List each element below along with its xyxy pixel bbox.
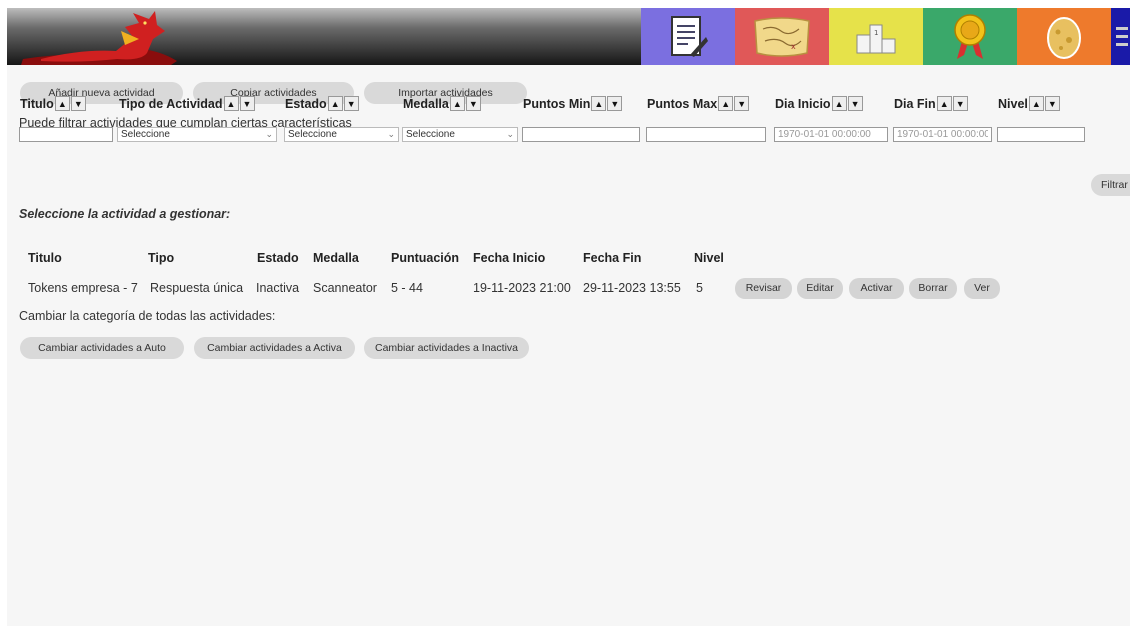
- sort-desc-icon[interactable]: ▼: [239, 96, 255, 111]
- column-header: Medalla: [313, 251, 359, 265]
- set-inactiva-button[interactable]: Cambiar actividades a Inactiva: [364, 337, 529, 359]
- column-header: Nivel: [694, 251, 724, 265]
- borrar-button[interactable]: Borrar: [909, 278, 957, 299]
- cell-nivel: 5: [696, 281, 703, 295]
- titulo-filter-input[interactable]: [19, 127, 113, 142]
- sort-desc-icon[interactable]: ▼: [1044, 96, 1060, 111]
- nav-tile-menu[interactable]: [1111, 8, 1130, 65]
- menu-icon: [1115, 26, 1128, 46]
- sort-asc-icon[interactable]: ▲: [327, 96, 343, 111]
- cell-titulo: Tokens empresa - 7: [28, 281, 138, 295]
- nav-tile-medals[interactable]: [923, 8, 1017, 65]
- filter-label-dia-fin-text: Dia Fin: [894, 96, 936, 111]
- sort-asc-icon[interactable]: ▲: [718, 96, 734, 111]
- sort-desc-icon[interactable]: ▼: [607, 96, 623, 111]
- chevron-down-icon: ⌄: [387, 129, 395, 139]
- sort-desc-icon[interactable]: ▼: [847, 96, 863, 111]
- nav-tile-map[interactable]: x: [735, 8, 829, 65]
- set-auto-button[interactable]: Cambiar actividades a Auto: [20, 337, 184, 359]
- cell-tipo: Respuesta única: [150, 281, 244, 295]
- sort-asc-icon[interactable]: ▲: [223, 96, 239, 111]
- column-header: Fecha Fin: [583, 251, 642, 265]
- filter-label-puntos-max-text: Puntos Max: [647, 96, 718, 111]
- cell-fecha-fin: 29-11-2023 13:55: [583, 281, 681, 295]
- medal-icon: [954, 13, 986, 59]
- dragon-logo-icon[interactable]: [21, 9, 181, 65]
- filter-label-puntos-max: Puntos Max ▲ ▼: [647, 96, 750, 111]
- medalla-filter-select[interactable]: Seleccione ⌄: [402, 127, 518, 142]
- column-header: Estado: [257, 251, 299, 265]
- activar-button[interactable]: Activar: [849, 278, 904, 299]
- sort-desc-icon[interactable]: ▼: [734, 96, 750, 111]
- sort-desc-icon[interactable]: ▼: [70, 96, 86, 111]
- nav-tile-pets[interactable]: [1017, 8, 1111, 65]
- filter-label-puntos-min: Puntos Min ▲ ▼: [523, 96, 623, 111]
- nav-tile-ranking[interactable]: 1: [829, 8, 923, 65]
- app-frame: x 1 Añadir nueva actividad Copiar activi…: [7, 8, 1130, 626]
- sort-asc-icon[interactable]: ▲: [1028, 96, 1044, 111]
- estado-filter-value: Seleccione: [288, 129, 337, 140]
- revisar-button[interactable]: Revisar: [735, 278, 792, 299]
- sort-desc-icon[interactable]: ▼: [465, 96, 481, 111]
- editar-button[interactable]: Editar: [797, 278, 843, 299]
- tipo-filter-select[interactable]: Seleccione ⌄: [117, 127, 277, 142]
- column-header: Puntuación: [391, 251, 460, 265]
- filter-label-estado: Estado ▲ ▼: [285, 96, 359, 111]
- treasure-map-icon: x: [754, 16, 810, 57]
- filter-label-dia-fin: Dia Fin ▲ ▼: [894, 96, 968, 111]
- filter-label-nivel-text: Nivel: [998, 96, 1028, 111]
- column-header: Fecha Inicio: [473, 251, 546, 265]
- table-heading: Seleccione la actividad a gestionar:: [19, 207, 231, 221]
- column-header: Titulo: [28, 251, 62, 265]
- sort-asc-icon[interactable]: ▲: [831, 96, 847, 111]
- sort-asc-icon[interactable]: ▲: [591, 96, 607, 111]
- sort-desc-icon[interactable]: ▼: [343, 96, 359, 111]
- filter-label-tipo-text: Tipo de Actividad: [119, 96, 223, 111]
- estado-filter-select[interactable]: Seleccione ⌄: [284, 127, 399, 142]
- sort-asc-icon[interactable]: ▲: [936, 96, 952, 111]
- filter-label-estado-text: Estado: [285, 96, 327, 111]
- clipboard-icon: [671, 15, 708, 57]
- sort-asc-icon[interactable]: ▲: [449, 96, 465, 111]
- bulk-change-label: Cambiar la categoría de todas las activi…: [19, 309, 276, 323]
- puntos-max-filter-input[interactable]: [646, 127, 766, 142]
- column-header: Tipo: [148, 251, 175, 265]
- nivel-filter-input[interactable]: [997, 127, 1085, 142]
- nav-tile-activities[interactable]: [641, 8, 735, 65]
- medalla-filter-value: Seleccione: [406, 129, 455, 140]
- chevron-down-icon: ⌄: [506, 129, 514, 139]
- cell-puntuacion: 5 - 44: [391, 281, 423, 295]
- podium-icon: 1: [856, 24, 896, 53]
- filter-button[interactable]: Filtrar: [1091, 174, 1130, 196]
- set-activa-button[interactable]: Cambiar actividades a Activa: [194, 337, 355, 359]
- top-bar: x 1: [7, 8, 1130, 65]
- filter-label-titulo: Titulo ▲ ▼: [20, 96, 86, 111]
- sort-desc-icon[interactable]: ▼: [952, 96, 968, 111]
- cell-medalla: Scanneator: [313, 281, 377, 295]
- puntos-min-filter-input[interactable]: [522, 127, 640, 142]
- chevron-down-icon: ⌄: [265, 129, 273, 139]
- filter-label-medalla: Medalla ▲ ▼: [403, 96, 481, 111]
- filter-label-medalla-text: Medalla: [403, 96, 449, 111]
- filter-label-puntos-min-text: Puntos Min: [523, 96, 591, 111]
- dia-fin-filter-input[interactable]: [893, 127, 992, 142]
- filter-label-dia-inicio: Dia Inicio ▲ ▼: [775, 96, 863, 111]
- cell-fecha-inicio: 19-11-2023 21:00: [473, 281, 571, 295]
- svg-text:1: 1: [874, 29, 878, 37]
- filter-label-nivel: Nivel ▲ ▼: [998, 96, 1060, 111]
- tipo-filter-value: Seleccione: [121, 129, 170, 140]
- dia-inicio-filter-input[interactable]: [774, 127, 888, 142]
- dragon-egg-icon: [1047, 16, 1081, 59]
- ver-button[interactable]: Ver: [964, 278, 1000, 299]
- filter-label-dia-inicio-text: Dia Inicio: [775, 96, 831, 111]
- cell-estado: Inactiva: [256, 281, 300, 295]
- svg-text:x: x: [791, 42, 796, 51]
- sort-asc-icon[interactable]: ▲: [54, 96, 70, 111]
- filter-label-tipo: Tipo de Actividad ▲ ▼: [119, 96, 255, 111]
- filter-label-titulo-text: Titulo: [20, 96, 54, 111]
